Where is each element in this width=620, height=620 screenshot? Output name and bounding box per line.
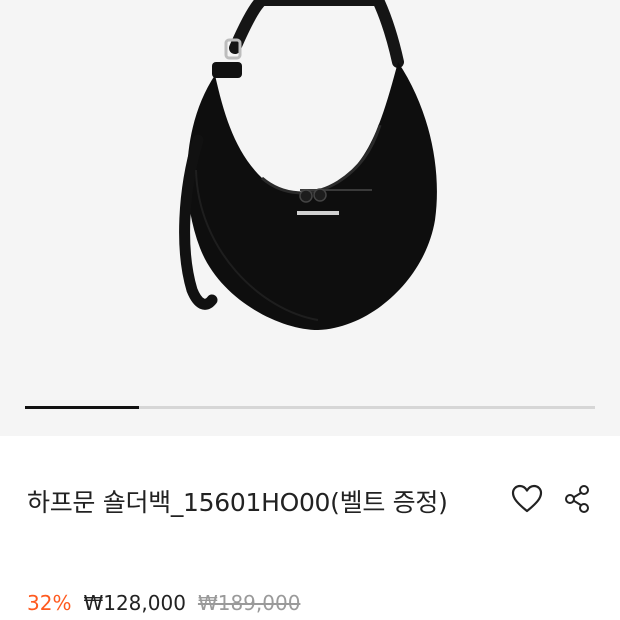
discount-rate: 32% [27, 591, 72, 615]
wishlist-button[interactable] [510, 482, 544, 516]
product-title: 하프문 숄더백_15601HO00(벨트 증정) [27, 488, 448, 517]
carousel-progress-fill [25, 406, 139, 409]
share-icon [565, 485, 589, 513]
product-image-shoulder-bag [179, 0, 437, 330]
original-price: ₩189,000 [197, 591, 301, 615]
sale-price: ₩128,000 [83, 591, 186, 615]
price-row: 32% ₩128,000 ₩189,000 [27, 590, 300, 616]
product-image-carousel[interactable] [0, 0, 620, 436]
carousel-progress-track [25, 406, 595, 409]
share-button[interactable] [561, 482, 595, 516]
product-info: 하프문 숄더백_15601HO00(벨트 증정) 32% ₩128,000 ₩1… [0, 436, 620, 620]
heart-outline-icon [511, 484, 543, 513]
product-detail-page: 하프문 숄더백_15601HO00(벨트 증정) 32% ₩128,000 ₩1… [0, 0, 620, 620]
